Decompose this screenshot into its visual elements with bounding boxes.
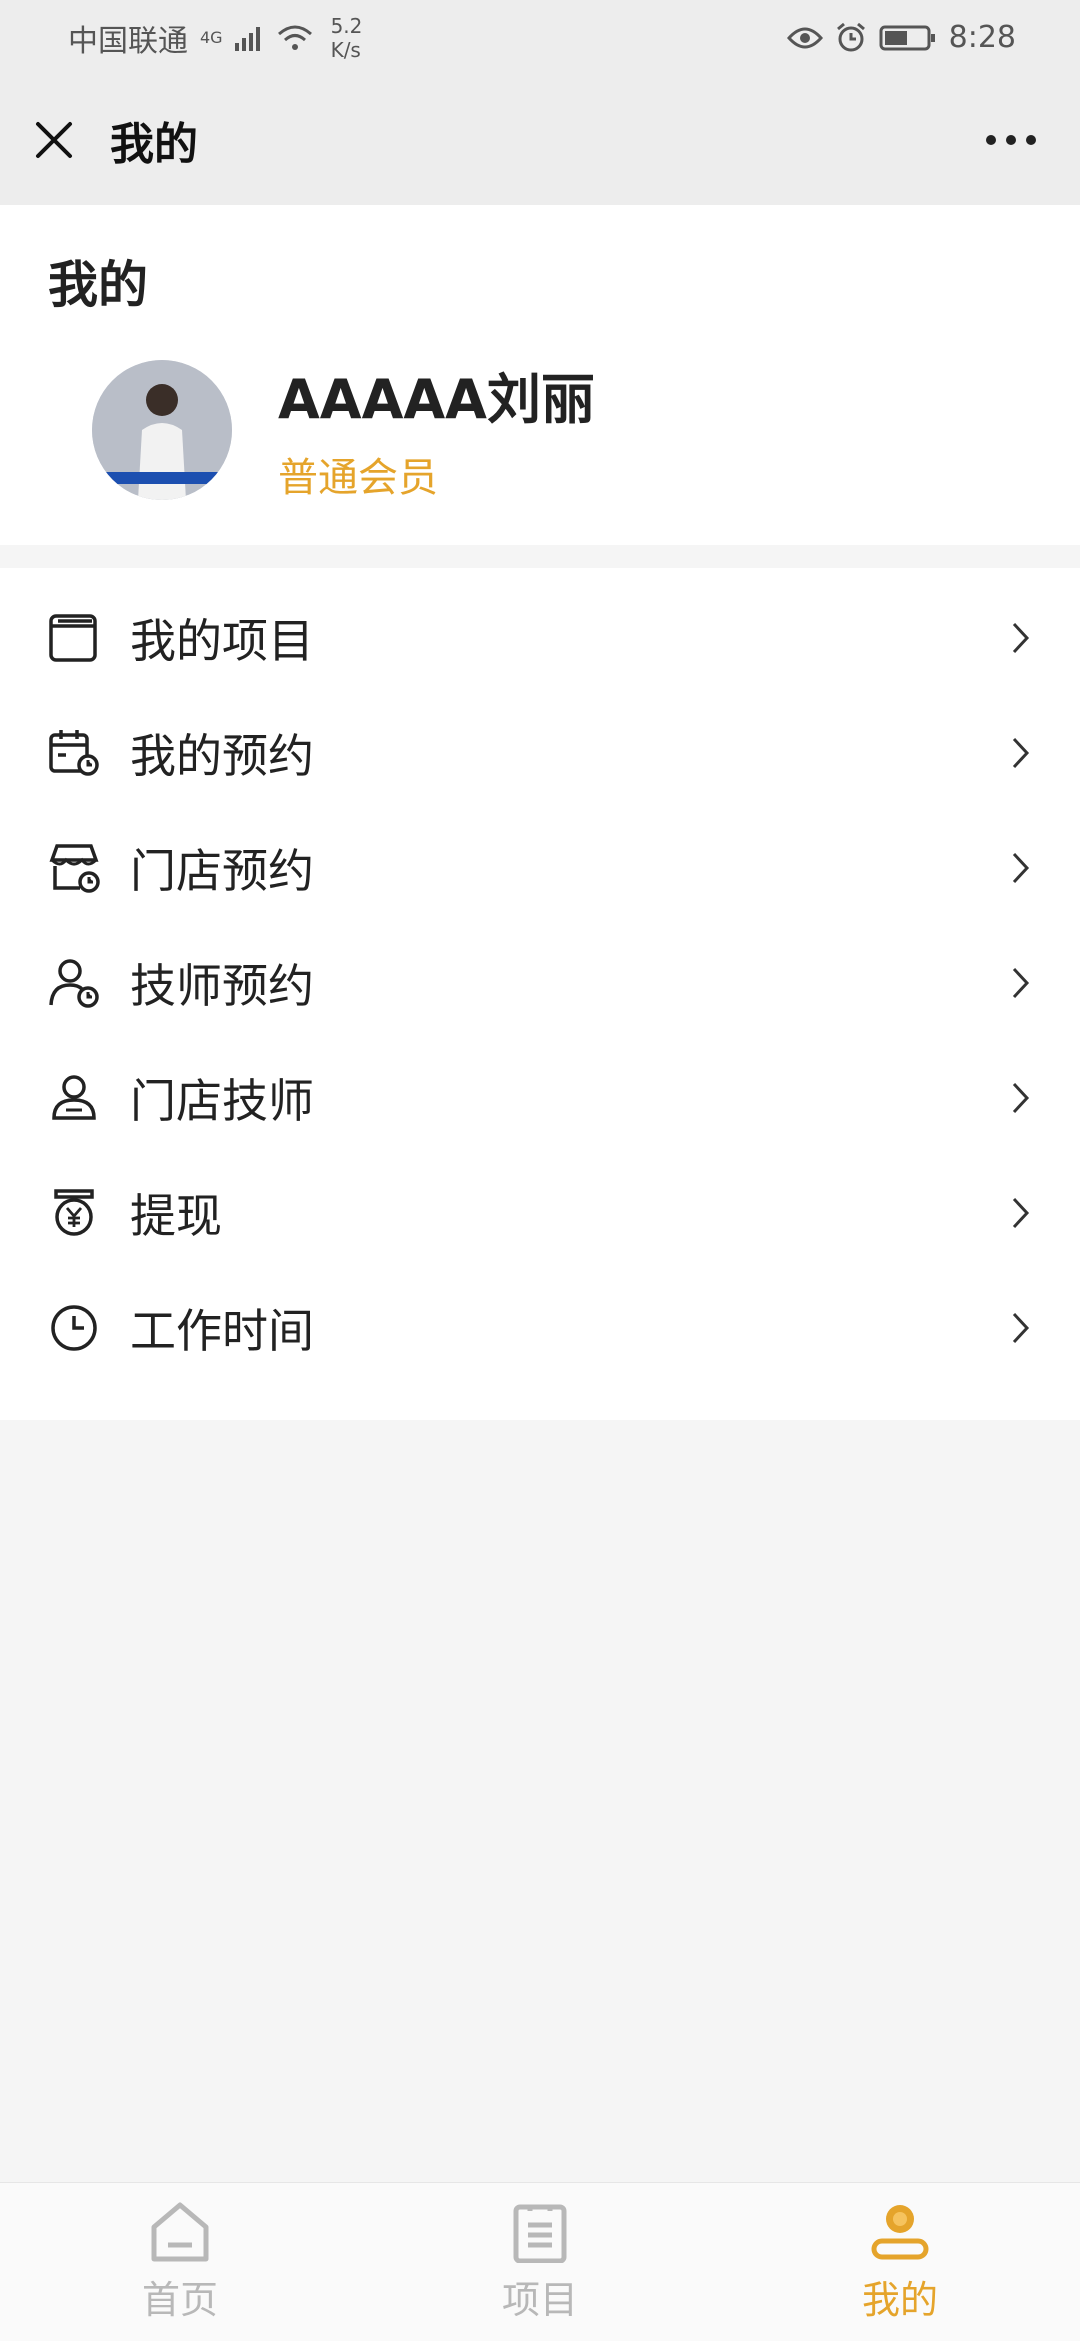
clock-icon xyxy=(46,1300,102,1356)
bottom-tab-bar: 首页 项目 我的 xyxy=(0,2182,1080,2341)
battery-icon xyxy=(879,25,935,50)
chevron-right-icon xyxy=(1006,1193,1036,1233)
signal-icon xyxy=(234,26,260,51)
tab-home[interactable]: 首页 xyxy=(0,2183,360,2341)
top-bar: 我的 xyxy=(0,75,1080,205)
chevron-right-icon xyxy=(1006,1078,1036,1118)
technician-icon xyxy=(46,1070,102,1126)
tab-me[interactable]: 我的 xyxy=(720,2183,1080,2341)
username: AAAAA刘丽 xyxy=(278,368,595,431)
menu-item-label: 我的预约 xyxy=(130,728,314,783)
calendar-clock-icon xyxy=(46,725,102,781)
chevron-right-icon xyxy=(1006,1308,1036,1348)
menu-item-label: 我的项目 xyxy=(130,613,314,668)
menu-item-label: 门店预约 xyxy=(130,843,314,898)
more-dot xyxy=(1026,135,1036,145)
tab-projects[interactable]: 项目 xyxy=(360,2183,720,2341)
member-level-badge: 普通会员 xyxy=(278,455,438,501)
tab-label: 我的 xyxy=(861,2278,938,2322)
menu-item-store-appointment[interactable]: 门店预约 xyxy=(0,810,1080,925)
store-clock-icon xyxy=(46,840,102,896)
chevron-right-icon xyxy=(1006,963,1036,1003)
clipboard-icon xyxy=(513,2204,567,2263)
tab-label: 首页 xyxy=(141,2278,218,2322)
menu-item-my-appointments[interactable]: 我的预约 xyxy=(0,695,1080,810)
speed-unit: K/s xyxy=(330,37,361,62)
speed-value: 5.2 xyxy=(330,13,363,38)
alarm-icon xyxy=(836,22,865,51)
user-icon xyxy=(871,2205,929,2260)
eye-icon xyxy=(786,27,823,48)
clock-time: 8:28 xyxy=(948,20,1016,55)
yen-bag-icon xyxy=(46,1185,102,1241)
project-window-icon xyxy=(46,610,102,666)
menu-item-my-projects[interactable]: 我的项目 xyxy=(0,580,1080,695)
network-type: 4G xyxy=(200,27,223,47)
network-speed: 5.2 K/s xyxy=(331,14,363,62)
avatar-photo xyxy=(92,360,232,500)
profile-section-title: 我的 xyxy=(48,256,148,314)
chevron-right-icon xyxy=(1006,618,1036,658)
menu-item-withdraw[interactable]: 提现 xyxy=(0,1155,1080,1270)
menu-item-label: 提现 xyxy=(130,1188,222,1243)
menu-item-working-hours[interactable]: 工作时间 xyxy=(0,1270,1080,1385)
more-dot xyxy=(1006,135,1016,145)
status-bar: 中国联通 4G 5.2 K/s 8:28 xyxy=(0,0,1080,75)
menu-item-technician-appointment[interactable]: 技师预约 xyxy=(0,925,1080,1040)
more-dot xyxy=(986,135,996,145)
menu-list: 我的项目 我的预约 门店预约 技师预约 门店技师 提现 工作时间 xyxy=(0,568,1080,1420)
chevron-right-icon xyxy=(1006,733,1036,773)
menu-item-label: 门店技师 xyxy=(130,1073,314,1128)
avatar[interactable] xyxy=(92,360,232,500)
tab-label: 项目 xyxy=(501,2278,578,2322)
menu-item-label: 工作时间 xyxy=(130,1303,314,1358)
chevron-right-icon xyxy=(1006,848,1036,888)
wifi-icon xyxy=(277,25,312,50)
menu-item-label: 技师预约 xyxy=(130,958,314,1013)
close-icon[interactable] xyxy=(34,120,74,160)
profile-card: 我的 AAAAA刘丽 普通会员 xyxy=(0,205,1080,545)
more-options-button[interactable] xyxy=(986,135,1046,145)
home-icon xyxy=(151,2202,209,2262)
menu-item-store-technicians[interactable]: 门店技师 xyxy=(0,1040,1080,1155)
person-clock-icon xyxy=(46,955,102,1011)
carrier-name: 中国联通 xyxy=(68,23,188,59)
page-title: 我的 xyxy=(110,119,198,170)
